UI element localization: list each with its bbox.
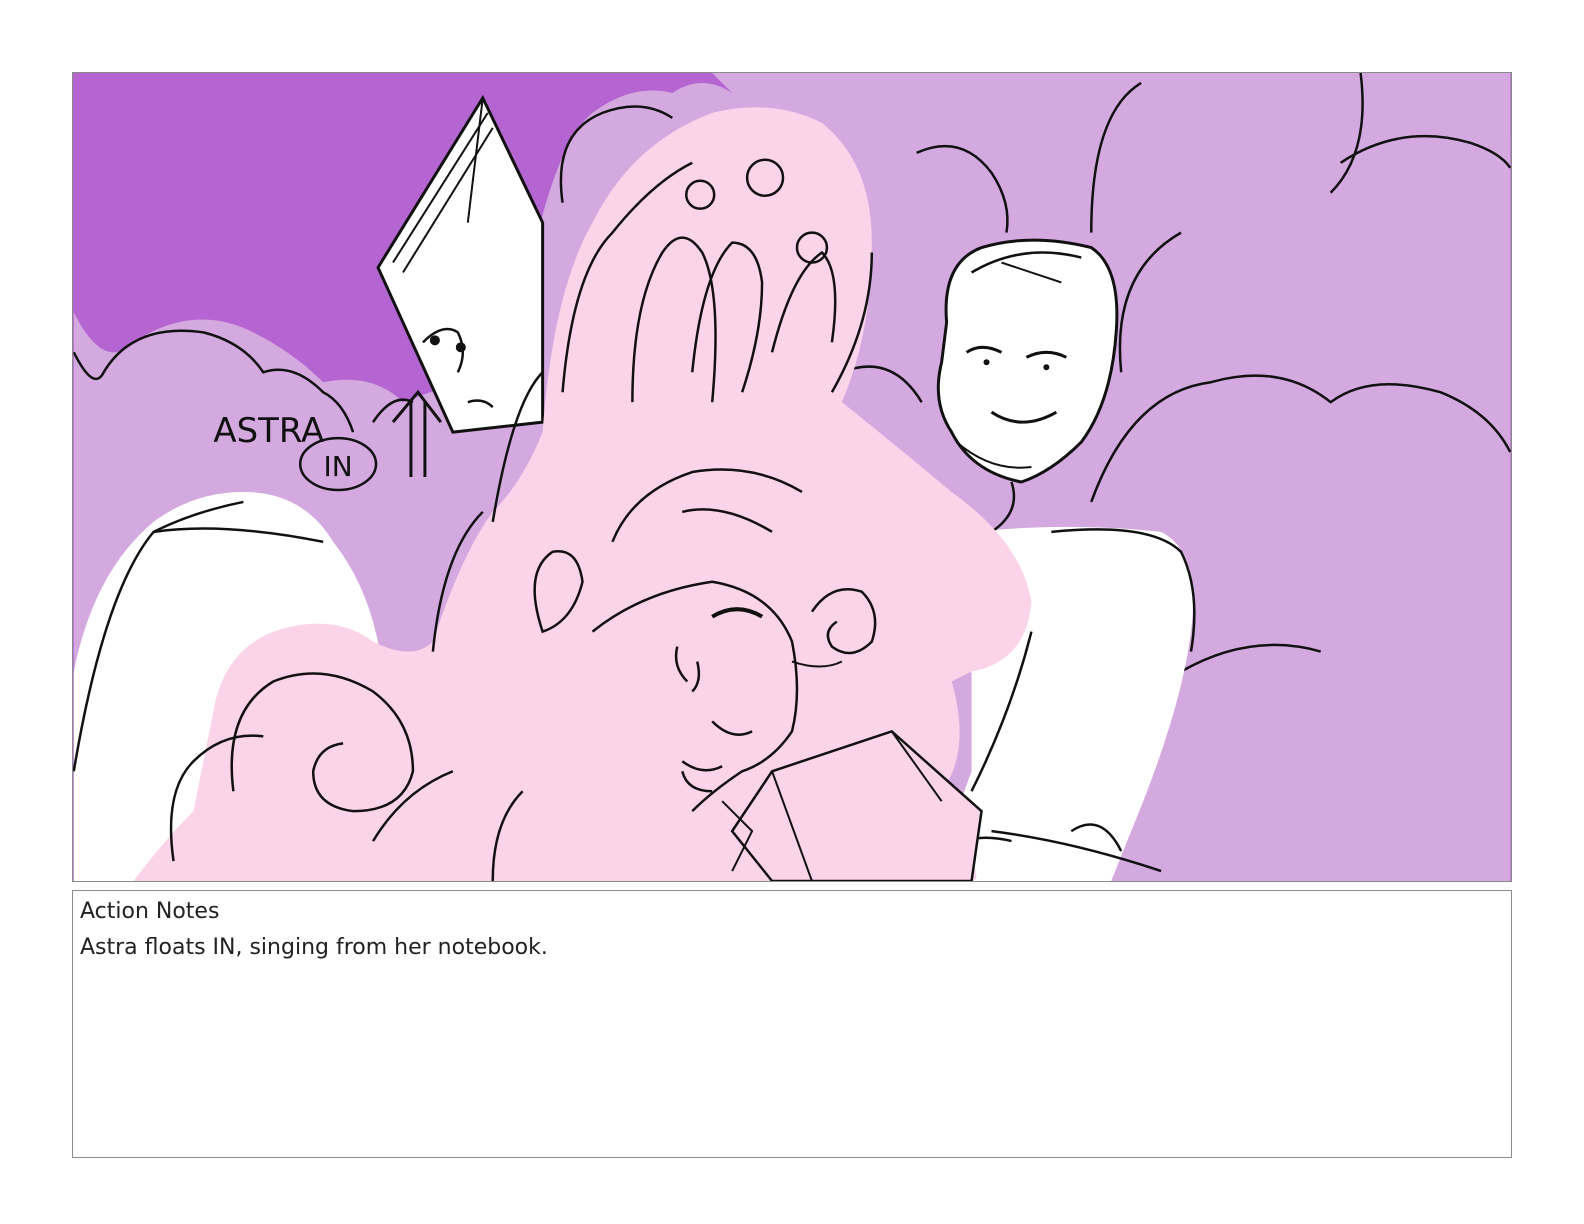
annotation-astra-label: ASTRA <box>213 411 324 450</box>
storyboard-panel: ASTRA IN <box>72 72 1512 882</box>
action-notes-heading: Action Notes <box>80 899 220 924</box>
panel-illustration: ASTRA IN <box>73 73 1511 881</box>
annotation-in-label: IN <box>324 450 353 483</box>
action-notes-text: Astra floats IN, singing from her notebo… <box>80 935 548 960</box>
action-notes-box: Action Notes Astra floats IN, singing fr… <box>72 890 1512 1158</box>
